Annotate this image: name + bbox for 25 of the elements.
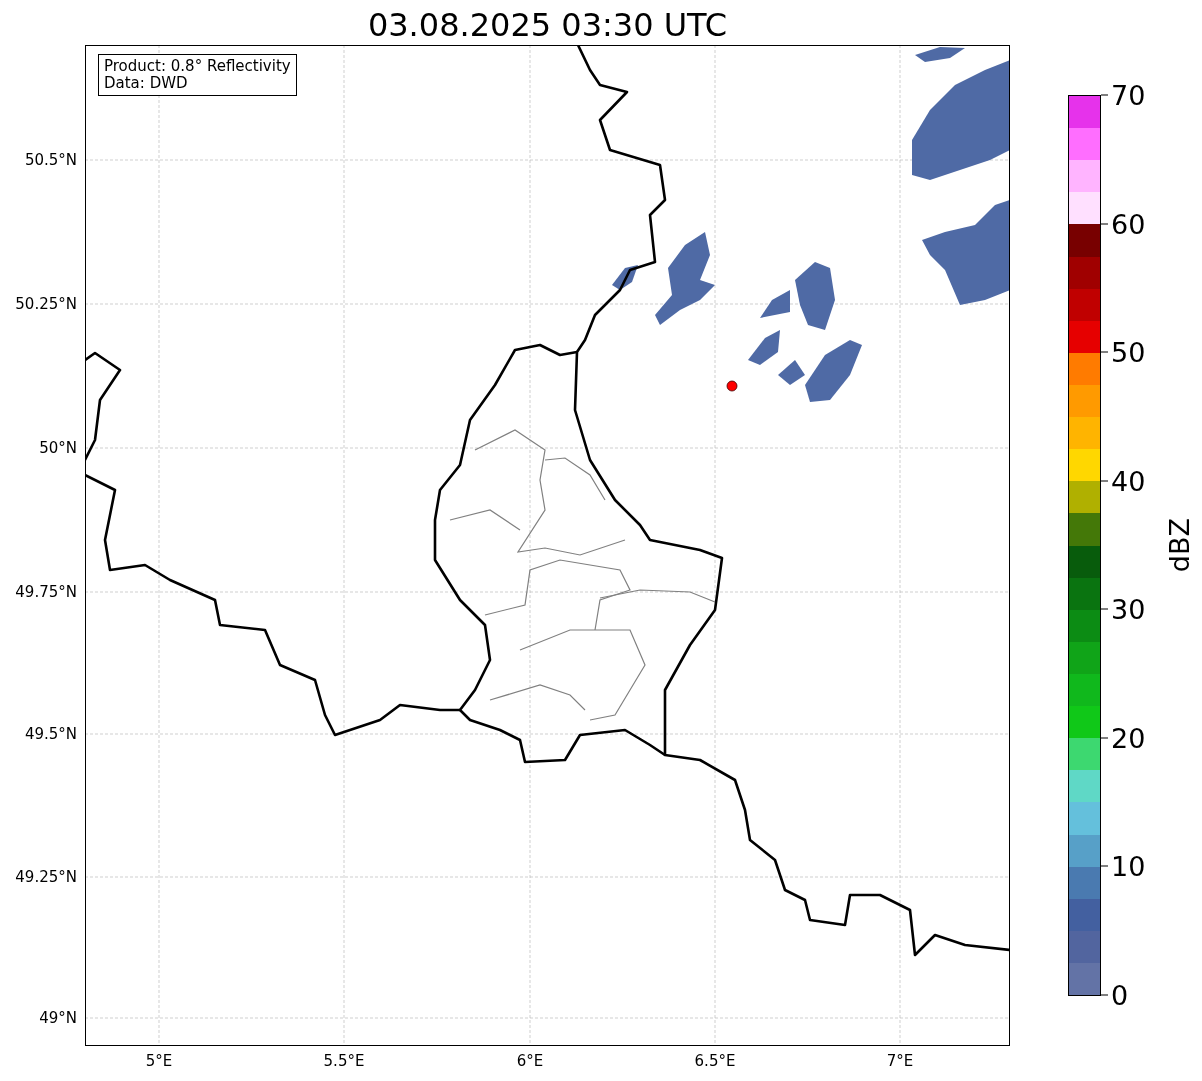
longitude-label: 5°E bbox=[145, 1052, 173, 1070]
colorbar-tick-label: 0 bbox=[1111, 979, 1129, 1011]
latitude-label: 50.25°N bbox=[15, 295, 77, 313]
colorbar-label: dBZ bbox=[1164, 518, 1195, 573]
longitude-label: 7°E bbox=[886, 1052, 914, 1070]
longitude-label: 6°E bbox=[516, 1052, 544, 1070]
colorbar-tick-label: 50 bbox=[1111, 336, 1146, 368]
latitude-label: 49.25°N bbox=[15, 868, 77, 886]
colorbar-tick-label: 70 bbox=[1111, 79, 1146, 111]
latitude-label: 49.5°N bbox=[24, 725, 77, 743]
legend-text: Data: DWD bbox=[104, 75, 189, 92]
location-marker bbox=[726, 380, 738, 392]
longitude-label: 6.5°E bbox=[694, 1052, 736, 1070]
legend-text: Product: 0.8° Reflectivity bbox=[104, 58, 291, 75]
chart-title: 03.08.2025 03:30 UTC bbox=[366, 5, 729, 45]
longitude-label: 5.5°E bbox=[323, 1052, 365, 1070]
latitude-label: 49.75°N bbox=[15, 583, 77, 601]
latitude-label: 50.5°N bbox=[24, 151, 77, 169]
colorbar-tick-label: 30 bbox=[1111, 593, 1146, 625]
colorbar-tick-label: 60 bbox=[1111, 208, 1146, 240]
colorbar-tick-label: 20 bbox=[1111, 722, 1146, 754]
colorbar-tick-label: 40 bbox=[1111, 465, 1146, 497]
latitude-label: 50°N bbox=[39, 439, 77, 457]
latitude-label: 49°N bbox=[39, 1009, 77, 1027]
colorbar-tick-label: 10 bbox=[1111, 850, 1146, 882]
